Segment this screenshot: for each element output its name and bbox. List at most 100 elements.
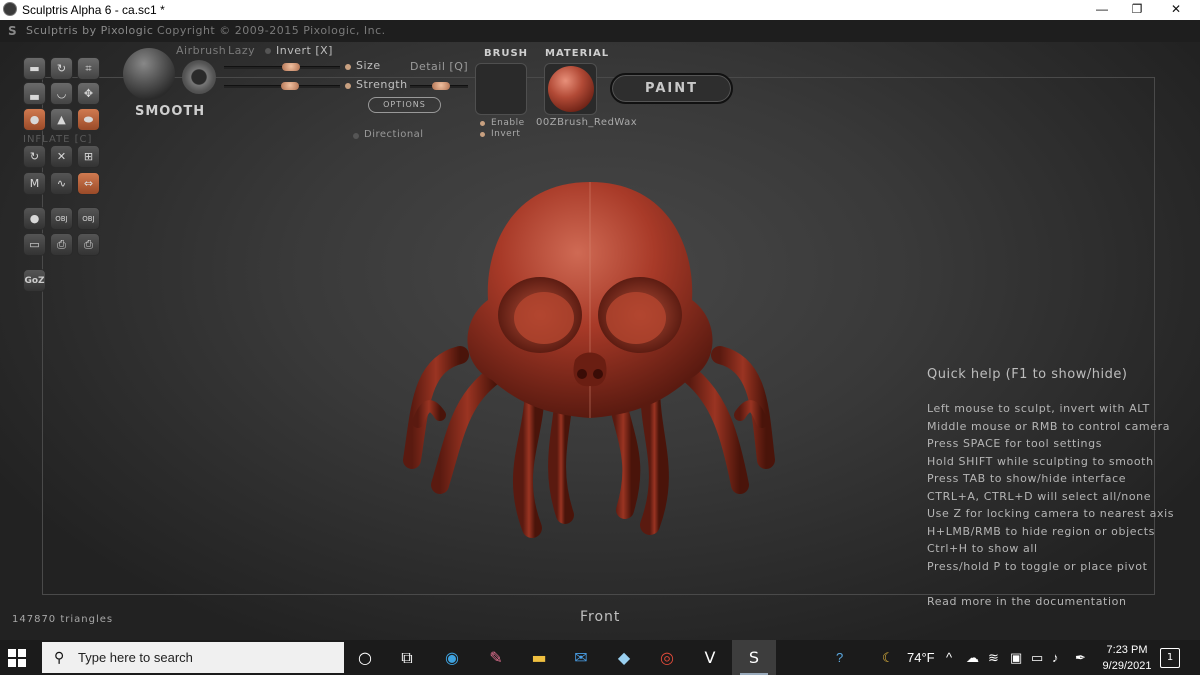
weather-temperature[interactable]: 74°F	[907, 640, 935, 675]
brush-invert-label: Invert	[491, 129, 521, 139]
battery-icon[interactable]: ▭	[1031, 640, 1043, 675]
window-title: Sculptris Alpha 6 - ca.sc1 *	[22, 3, 165, 17]
lazy-toggle[interactable]: Lazy	[228, 44, 255, 57]
brush-texture-slot[interactable]	[475, 63, 527, 115]
help-icon[interactable]: ?	[836, 640, 843, 675]
task-view-icon[interactable]: ⧉	[385, 640, 429, 675]
detail-label: Detail [Q]	[410, 60, 469, 73]
symmetry-tool-button[interactable]: ⊞	[77, 145, 100, 168]
crease-tool-button[interactable]: ◡	[50, 82, 73, 105]
mirror-tool-button[interactable]: ⇔	[77, 172, 100, 195]
quick-help-line: Ctrl+H to show all	[927, 542, 1038, 555]
reduce-tool-button[interactable]: ✕	[50, 145, 73, 168]
wifi-icon[interactable]: ≋	[988, 640, 999, 675]
open-file-button[interactable]: ⎙	[50, 233, 73, 256]
device-icon[interactable]: ▣	[1010, 640, 1022, 675]
inflate-tool-button[interactable]: ⬬	[77, 108, 100, 131]
invert-radio[interactable]	[265, 48, 271, 54]
window-title-bar: Sculptris Alpha 6 - ca.sc1 * — ❐ ✕	[0, 0, 1200, 20]
onedrive-icon[interactable]: ☁	[966, 640, 979, 675]
notepad-icon[interactable]: ◆	[602, 640, 646, 675]
rotate-tool-button[interactable]: ↻	[50, 57, 73, 80]
draw-tool-button[interactable]: ▬	[23, 57, 46, 80]
quick-help-title: Quick help (F1 to show/hide)	[927, 367, 1128, 382]
smooth-tool-button[interactable]: ●	[23, 108, 46, 131]
chrome-icon[interactable]: ◎	[645, 640, 689, 675]
clock-time: 7:23 PM	[1106, 644, 1148, 656]
vim-icon[interactable]: V	[688, 640, 732, 675]
taskbar-clock[interactable]: 7:23 PM 9/29/2021	[1097, 642, 1157, 674]
export-obj-button[interactable]: OBJ	[77, 207, 100, 230]
enable-radio[interactable]	[480, 121, 485, 126]
copyright-label: Copyright © 2009-2015 Pixologic, Inc.	[157, 24, 386, 37]
flatten-icon: ▃	[30, 87, 39, 100]
pen-icon[interactable]: ✒	[1075, 640, 1086, 675]
size-radio[interactable]	[345, 64, 351, 70]
brush-header: BRUSH	[484, 48, 529, 59]
sculpted-model[interactable]	[400, 160, 780, 540]
grab-icon: ↻	[29, 150, 40, 163]
paint-button[interactable]: PAINT	[610, 73, 733, 104]
mail-icon[interactable]: ✉	[559, 640, 603, 675]
sculptris-taskbar-icon[interactable]: S	[732, 640, 776, 675]
brush-falloff-icon[interactable]	[182, 60, 216, 94]
enable-label: Enable	[491, 118, 525, 128]
quick-help-line: Left mouse to sculpt, invert with ALT	[927, 402, 1150, 415]
flatten-tool-button[interactable]: ▃	[23, 82, 46, 105]
options-button[interactable]: OPTIONS	[368, 97, 441, 113]
documentation-link[interactable]: Read more in the documentation	[927, 595, 1127, 608]
paint-app-icon[interactable]: ✎	[474, 640, 518, 675]
sculptris-logo-icon: S	[8, 24, 17, 38]
weather-moon-icon[interactable]: ☾	[882, 640, 894, 675]
file-explorer-icon[interactable]: ▬	[517, 640, 561, 675]
mask-tool-button[interactable]: M	[23, 172, 46, 195]
grab-tool-button[interactable]: ↻	[23, 145, 46, 168]
size-slider-knob[interactable]	[282, 63, 300, 71]
triangle-count: 147870 triangles	[12, 614, 114, 625]
crop-tool-button[interactable]: ⌗	[77, 57, 100, 80]
quick-help-line: Use Z for locking camera to nearest axis	[927, 507, 1175, 520]
airbrush-toggle[interactable]: Airbrush	[176, 44, 226, 57]
sculptris-workspace[interactable]: S Sculptris by Pixologic Copyright © 200…	[0, 20, 1200, 640]
smooth-icon: ●	[29, 113, 40, 126]
taskbar-search-box[interactable]: ⚲ Type here to search	[42, 642, 344, 673]
cortana-icon[interactable]: ○	[343, 640, 387, 675]
notification-center-icon[interactable]: 1	[1160, 648, 1180, 668]
material-preview-ball	[548, 66, 594, 112]
view-label: Front	[580, 609, 621, 625]
crease-icon: ◡	[56, 87, 67, 100]
invert-toggle[interactable]: Invert [X]	[276, 44, 333, 57]
pinch-tool-button[interactable]: ▲	[50, 108, 73, 131]
material-slot[interactable]	[544, 63, 597, 115]
volume-icon[interactable]: ♪	[1052, 640, 1059, 675]
search-placeholder: Type here to search	[78, 650, 193, 665]
strength-label: Strength	[356, 78, 408, 91]
windows-taskbar: ⚲ Type here to search ○ ⧉ ◉ ✎ ▬ ✉ ◆ ◎ V …	[0, 640, 1200, 675]
move-tool-button[interactable]: ✥	[77, 82, 100, 105]
strength-radio[interactable]	[345, 83, 351, 89]
rotate-icon: ↻	[56, 62, 67, 75]
edge-icon[interactable]: ◉	[430, 640, 474, 675]
import-obj-button[interactable]: OBJ	[50, 207, 73, 230]
wave-tool-button[interactable]: ∿	[50, 172, 73, 195]
open-file-icon: ⎙	[57, 238, 66, 251]
plane-tool-button[interactable]: ▭	[23, 233, 46, 256]
detail-slider-knob[interactable]	[432, 82, 450, 90]
show-hidden-icons-icon[interactable]: ^	[946, 640, 952, 675]
windows-logo-icon	[18, 649, 26, 657]
save-file-button[interactable]: ⎙	[77, 233, 100, 256]
quick-help-line: H+LMB/RMB to hide region or objects	[927, 525, 1156, 538]
wave-icon: ∿	[56, 177, 67, 190]
search-icon: ⚲	[54, 650, 65, 666]
start-button[interactable]	[8, 649, 26, 667]
move-icon: ✥	[83, 87, 94, 100]
goz-button[interactable]: GoZ	[23, 269, 46, 292]
windows-logo-icon	[8, 659, 16, 667]
close-button[interactable]: ✕	[1153, 0, 1199, 20]
sphere-tool-button[interactable]: ●	[23, 207, 46, 230]
strength-slider-knob[interactable]	[281, 82, 299, 90]
brush-invert-radio[interactable]	[480, 132, 485, 137]
directional-radio[interactable]	[353, 133, 359, 139]
plane-icon: ▭	[29, 238, 40, 251]
import-obj-icon: OBJ	[55, 215, 68, 223]
